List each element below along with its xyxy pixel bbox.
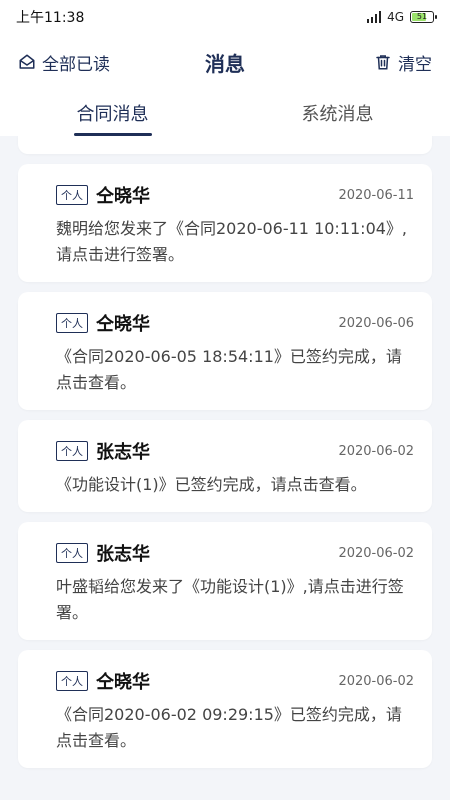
message-text: 魏明给您发来了《合同2020-06-11 10:11:04》,请点击进行签署。 — [56, 219, 408, 264]
sender-name: 仝晓华 — [96, 186, 150, 207]
clear-label: 清空 — [398, 54, 432, 75]
clear-button[interactable]: 清空 — [374, 50, 432, 75]
message-card[interactable]: 个人 仝晓华 2020-06-11 魏明给您发来了《合同2020-06-11 1… — [18, 164, 432, 282]
message-tabs: 合同消息 系统消息 — [0, 90, 450, 136]
mark-all-read-label: 全部已读 — [42, 54, 110, 75]
signal-icon — [367, 11, 382, 23]
message-card[interactable]: 个人 仝晓华 2020-06-02 《合同2020-06-02 09:29:15… — [18, 650, 432, 768]
message-date: 2020-06-02 — [338, 545, 414, 561]
tab-system-messages[interactable]: 系统消息 — [225, 90, 450, 136]
message-date: 2020-06-11 — [338, 187, 414, 203]
sender-type-badge: 个人 — [56, 313, 88, 333]
message-text: 《合同2020-06-05 18:54:11》已签约完成，请点击查看。 — [56, 347, 402, 392]
mail-open-icon — [18, 53, 36, 71]
sender-type-badge: 个人 — [56, 543, 88, 563]
status-bar: 上午11:38 4G 51 — [0, 0, 450, 34]
battery-icon: 51 — [410, 11, 437, 23]
status-icons: 4G 51 — [367, 10, 437, 24]
sender-type-badge: 个人 — [56, 185, 88, 205]
mark-all-read-button[interactable]: 全部已读 — [18, 50, 110, 75]
message-text: 叶盛韬给您发来了《功能设计(1)》,请点击进行签署。 — [56, 577, 404, 622]
sender-name: 张志华 — [96, 442, 150, 463]
message-card[interactable]: 个人 仝晓华 2020-06-06 《合同2020-06-05 18:54:11… — [18, 292, 432, 410]
sender-name: 张志华 — [96, 544, 150, 565]
message-date: 2020-06-06 — [338, 315, 414, 331]
trash-icon — [374, 53, 392, 71]
message-date: 2020-06-02 — [338, 673, 414, 689]
message-date: 2020-06-02 — [338, 443, 414, 459]
tab-contract-messages[interactable]: 合同消息 — [0, 90, 225, 136]
message-list[interactable]: 个人 仝晓华 2020-06-11 魏明给您发来了《合同2020-06-11 1… — [0, 136, 450, 800]
status-time: 上午11:38 — [16, 10, 85, 26]
sender-type-badge: 个人 — [56, 671, 88, 691]
sender-name: 仝晓华 — [96, 314, 150, 335]
header: 全部已读 消息 清空 — [0, 34, 450, 90]
network-type: 4G — [387, 10, 404, 24]
sender-name: 仝晓华 — [96, 672, 150, 693]
message-text: 《合同2020-06-02 09:29:15》已签约完成，请点击查看。 — [56, 705, 402, 750]
message-card[interactable]: 个人 张志华 2020-06-02 叶盛韬给您发来了《功能设计(1)》,请点击进… — [18, 522, 432, 640]
sender-type-badge: 个人 — [56, 441, 88, 461]
message-text: 《功能设计(1)》已签约完成，请点击查看。 — [56, 475, 367, 494]
previous-message-card[interactable] — [18, 136, 432, 154]
message-card[interactable]: 个人 张志华 2020-06-02 《功能设计(1)》已签约完成，请点击查看。 — [18, 420, 432, 512]
battery-level: 51 — [416, 12, 428, 21]
